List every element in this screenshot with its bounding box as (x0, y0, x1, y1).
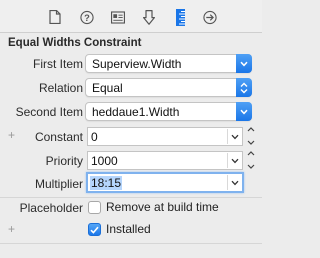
constant-value: 0 (91, 130, 98, 144)
multiplier-label: Multiplier (34, 177, 83, 191)
priority-field[interactable]: 1000 (87, 151, 243, 170)
chevron-down-icon[interactable] (227, 153, 241, 168)
chevron-updown-icon (236, 78, 252, 97)
chevron-down-icon[interactable] (227, 175, 241, 190)
first-item-label: First Item (33, 57, 83, 71)
svg-text:?: ? (84, 12, 90, 22)
quick-help-icon[interactable]: ? (80, 9, 94, 25)
checkmark-icon (90, 226, 99, 234)
divider (0, 243, 262, 244)
stepper-down-icon[interactable] (247, 140, 255, 145)
stepper-up-icon[interactable] (247, 151, 255, 156)
divider (0, 197, 262, 198)
constant-label: Constant (34, 130, 83, 144)
second-item-popup[interactable]: heddaue1.Width (85, 102, 252, 121)
identity-inspector-icon[interactable] (111, 9, 125, 25)
stepper-up-icon[interactable] (247, 127, 255, 132)
remove-at-build-checkbox[interactable] (88, 201, 101, 214)
file-inspector-icon[interactable] (48, 9, 62, 25)
second-item-value: heddaue1.Width (92, 105, 180, 119)
stepper-down-icon[interactable] (247, 164, 255, 169)
add-variation-icon[interactable]: + (8, 128, 15, 142)
relation-label: Relation (38, 81, 83, 95)
multiplier-field[interactable]: 18:15 (86, 172, 244, 193)
chevron-down-icon[interactable] (227, 129, 241, 144)
size-inspector-icon[interactable] (173, 8, 187, 26)
relation-value: Equal (92, 81, 123, 95)
inspector-toolbar: ? (0, 0, 262, 33)
second-item-label: Second Item (15, 105, 83, 119)
attributes-inspector-icon[interactable] (142, 9, 156, 25)
installed-label: Installed (106, 222, 151, 236)
constant-stepper[interactable] (246, 127, 256, 145)
chevron-down-icon (236, 102, 252, 121)
first-item-value: Superview.Width (92, 57, 182, 71)
section-title: Equal Widths Constraint (8, 37, 142, 49)
first-item-popup[interactable]: Superview.Width (85, 54, 252, 73)
multiplier-value: 18:15 (90, 176, 123, 190)
priority-value: 1000 (91, 154, 118, 168)
chevron-down-icon (236, 54, 252, 73)
priority-label: Priority (45, 154, 83, 168)
priority-stepper[interactable] (246, 151, 256, 169)
connections-inspector-icon[interactable] (203, 9, 217, 25)
add-installed-variation-icon[interactable]: + (8, 222, 15, 236)
relation-popup[interactable]: Equal (85, 78, 252, 97)
installed-checkbox[interactable] (88, 223, 101, 236)
placeholder-label: Placeholder (19, 201, 83, 215)
constant-field[interactable]: 0 (87, 127, 243, 146)
remove-at-build-label: Remove at build time (106, 200, 219, 214)
